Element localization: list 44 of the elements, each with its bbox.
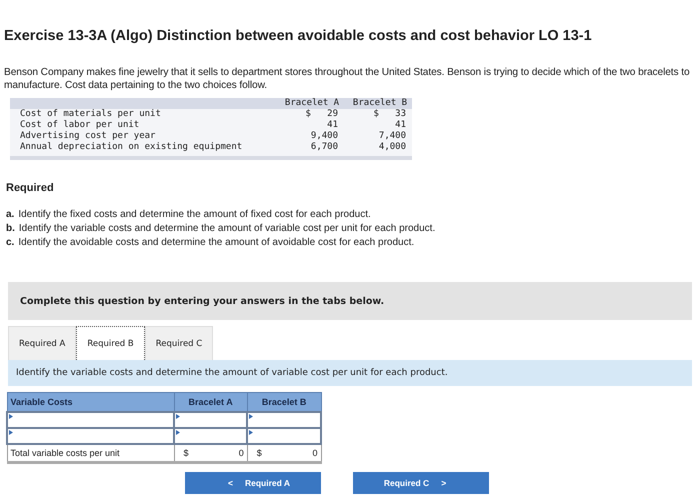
input-field[interactable] bbox=[247, 412, 321, 428]
column-header: Bracelet B bbox=[352, 98, 408, 109]
nav-button[interactable]: < Required A bbox=[185, 472, 321, 494]
item-letter: b. bbox=[6, 223, 15, 234]
item-letter: c. bbox=[6, 237, 14, 248]
tab[interactable]: Required B bbox=[76, 326, 145, 360]
table-cell-text: 41 bbox=[326, 120, 339, 131]
tab[interactable]: Required A bbox=[8, 326, 76, 360]
requirement-text: Identify the avoidable costs and determine the amount of avoidable cost for each product. bbox=[18, 237, 414, 248]
dropdown-marker-icon bbox=[9, 414, 13, 419]
table-cell-text: 4,000 bbox=[378, 142, 407, 153]
table-cell-text: $ 33 bbox=[372, 109, 407, 120]
row-label: Annual depreciation on existing equipment bbox=[20, 142, 244, 153]
column-header: Variable Costs bbox=[7, 392, 174, 412]
input-field[interactable] bbox=[7, 412, 174, 428]
intro-paragraph: Benson Company makes fine jewelry that it sells to department stores throughout the United States. Benson is trying to decide which of the two bracelets to manufacture. Cost data pertaining to the two choices follow. bbox=[4, 66, 691, 92]
nav-button[interactable]: Required C > bbox=[353, 472, 489, 494]
input-field[interactable] bbox=[7, 428, 174, 444]
instruction-text: Identify the variable costs and determine the amount of variable cost per unit for each product. bbox=[16, 368, 448, 378]
column-header: Bracelet A bbox=[284, 98, 340, 109]
input-field[interactable] bbox=[247, 428, 321, 444]
banner-text: Complete this question by entering your answers in the tabs below. bbox=[20, 296, 384, 306]
dropdown-marker-icon bbox=[9, 430, 13, 435]
row-label: Advertising cost per year bbox=[20, 131, 156, 142]
item-letter: a. bbox=[6, 209, 14, 220]
table-cell-text: 6,700 bbox=[310, 142, 339, 153]
table-cell-text: $ 29 bbox=[304, 109, 339, 120]
column-header: Bracelet A bbox=[174, 392, 248, 412]
required-heading: Required bbox=[6, 182, 55, 194]
requirement-text: Identify the fixed costs and determine the amount of fixed cost for each product. bbox=[18, 209, 371, 220]
column-header: Bracelet B bbox=[247, 392, 321, 412]
tab[interactable]: Required C bbox=[144, 326, 214, 360]
row-label: Cost of materials per unit bbox=[20, 109, 162, 120]
table-cell-text: 7,400 bbox=[378, 131, 407, 142]
exercise-title: Exercise 13-3A (Algo) Distinction between avoidable costs and cost behavior LO 13-1 bbox=[4, 27, 593, 44]
dropdown-marker-icon bbox=[176, 430, 180, 435]
table-cell-text: 9,400 bbox=[310, 131, 339, 142]
row-label: Cost of labor per unit bbox=[20, 120, 140, 131]
total-label: Total variable costs per unit bbox=[7, 444, 174, 462]
table-cell-text: 41 bbox=[394, 120, 407, 131]
input-field[interactable] bbox=[174, 428, 248, 444]
dropdown-marker-icon bbox=[176, 414, 180, 419]
requirement-text: Identify the variable costs and determine the amount of variable cost per unit for each product. bbox=[18, 223, 436, 234]
input-field[interactable] bbox=[174, 412, 248, 428]
